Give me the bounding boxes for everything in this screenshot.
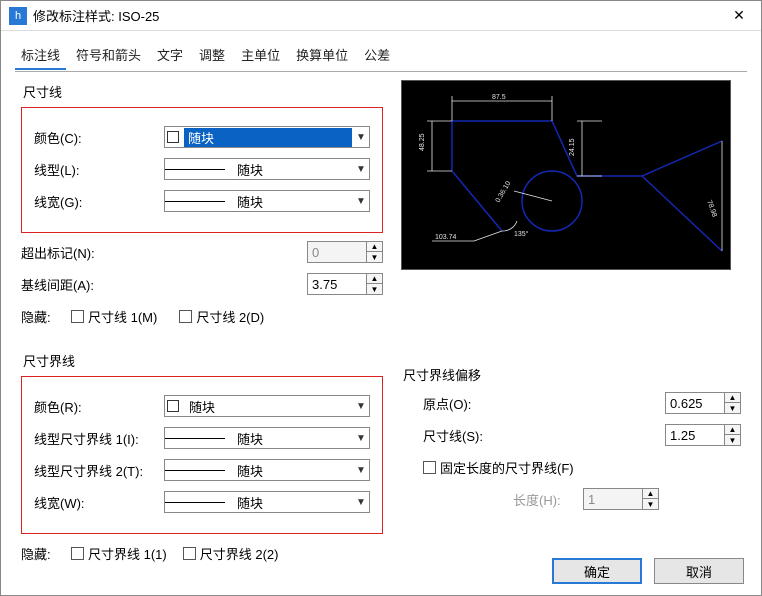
ext-color-value: 随块 bbox=[183, 397, 353, 416]
tab-primary[interactable]: 主单位 bbox=[235, 41, 286, 70]
tab-tol[interactable]: 公差 bbox=[358, 41, 396, 70]
line-sample-icon bbox=[165, 201, 225, 202]
baseline-spinner[interactable]: ▲▼ bbox=[307, 273, 383, 295]
line-sample-icon bbox=[165, 438, 225, 439]
lineweight-value: 随块 bbox=[231, 192, 353, 211]
spin-down-icon: ▼ bbox=[367, 252, 382, 262]
ext-hide1-label: 尺寸界线 1(1) bbox=[88, 544, 167, 563]
ext-hide-label: 隐藏: bbox=[21, 544, 71, 563]
baseline-input[interactable] bbox=[307, 273, 367, 295]
ext-lt1-combo[interactable]: 随块 ▼ bbox=[164, 427, 370, 449]
color-swatch bbox=[167, 400, 179, 412]
extend-label: 超出标记(N): bbox=[21, 243, 151, 262]
tab-dimline[interactable]: 标注线 bbox=[15, 41, 66, 70]
ext-hide2-label: 尺寸界线 2(2) bbox=[200, 544, 279, 563]
spin-down-icon[interactable]: ▼ bbox=[367, 284, 382, 294]
chevron-down-icon: ▼ bbox=[353, 433, 369, 444]
ext-lw-value: 随块 bbox=[231, 493, 353, 512]
highlight-box-2: 颜色(R): 随块 ▼ 线型尺寸界线 1(I): 随块 ▼ bbox=[21, 376, 383, 534]
dimline-offset-label: 尺寸线(S): bbox=[423, 426, 523, 445]
chevron-down-icon: ▼ bbox=[353, 196, 369, 207]
tab-text[interactable]: 文字 bbox=[151, 41, 189, 70]
spin-up-icon: ▲ bbox=[643, 489, 658, 499]
hide1-label: 尺寸线 1(M) bbox=[88, 307, 157, 326]
fixed-length-label: 固定长度的尺寸界线(F) bbox=[440, 458, 574, 477]
group-offset: 尺寸界线偏移 bbox=[403, 365, 741, 384]
tab-alt[interactable]: 换算单位 bbox=[290, 41, 354, 70]
preview-d7: 103.74 bbox=[435, 234, 457, 241]
app-icon: h bbox=[9, 7, 27, 25]
preview-d3: 24.15 bbox=[569, 138, 576, 156]
ok-button[interactable]: 确定 bbox=[552, 558, 642, 584]
linetype-value: 随块 bbox=[231, 160, 353, 179]
close-button[interactable]: ✕ bbox=[717, 1, 761, 31]
ext-color-combo[interactable]: 随块 ▼ bbox=[164, 395, 370, 417]
ext-lw-combo[interactable]: 随块 ▼ bbox=[164, 491, 370, 513]
lineweight-combo[interactable]: 随块 ▼ bbox=[164, 190, 370, 212]
hide-label: 隐藏: bbox=[21, 307, 71, 326]
spin-down-icon: ▼ bbox=[643, 499, 658, 509]
line-sample-icon bbox=[165, 169, 225, 170]
chevron-down-icon: ▼ bbox=[353, 164, 369, 175]
preview-d2: 48.25 bbox=[419, 133, 426, 151]
color-combo[interactable]: 随块 ▼ bbox=[164, 126, 370, 148]
extend-spinner[interactable]: ▲▼ bbox=[307, 241, 383, 263]
origin-spinner[interactable]: ▲▼ bbox=[665, 392, 741, 414]
hide2-check[interactable]: 尺寸线 2(D) bbox=[179, 307, 264, 326]
group-dimline: 尺寸线 bbox=[23, 82, 383, 101]
tab-fit[interactable]: 调整 bbox=[193, 41, 231, 70]
chevron-down-icon: ▼ bbox=[353, 497, 369, 508]
linetype-label: 线型(L): bbox=[34, 160, 164, 179]
chevron-down-icon: ▼ bbox=[353, 401, 369, 412]
ext-lt1-value: 随块 bbox=[231, 429, 353, 448]
spin-down-icon[interactable]: ▼ bbox=[725, 403, 740, 413]
highlight-box-1: 颜色(C): 随块 ▼ 线型(L): 随块 ▼ 线宽 bbox=[21, 107, 383, 233]
preview-d5: 0.36.10 bbox=[495, 180, 513, 204]
hide1-check[interactable]: 尺寸线 1(M) bbox=[71, 307, 157, 326]
hide2-label: 尺寸线 2(D) bbox=[196, 307, 264, 326]
color-swatch bbox=[167, 131, 179, 143]
preview-d6: 135° bbox=[514, 230, 529, 238]
color-value: 随块 bbox=[184, 128, 352, 147]
dimline-offset-spinner[interactable]: ▲▼ bbox=[665, 424, 741, 446]
origin-label: 原点(O): bbox=[423, 394, 523, 413]
ext-hide1-check[interactable]: 尺寸界线 1(1) bbox=[71, 544, 167, 563]
chevron-down-icon: ▼ bbox=[353, 465, 369, 476]
extend-input bbox=[307, 241, 367, 263]
lineweight-label: 线宽(G): bbox=[34, 192, 164, 211]
preview-d1: 87.5 bbox=[492, 94, 506, 101]
ext-hide2-check[interactable]: 尺寸界线 2(2) bbox=[183, 544, 279, 563]
ext-lt2-label: 线型尺寸界线 2(T): bbox=[34, 461, 164, 480]
color-label: 颜色(C): bbox=[34, 128, 164, 147]
line-sample-icon bbox=[165, 470, 225, 471]
preview-pane: 87.5 48.25 24.15 78.98 0.36.10 135° 103.… bbox=[401, 80, 731, 270]
tab-bar: 标注线 符号和箭头 文字 调整 主单位 换算单位 公差 bbox=[1, 31, 761, 70]
fixed-length-check[interactable]: 固定长度的尺寸界线(F) bbox=[423, 458, 574, 477]
ext-lt2-value: 随块 bbox=[231, 461, 353, 480]
length-spinner: ▲▼ bbox=[583, 488, 659, 510]
preview-d4: 78.98 bbox=[705, 199, 718, 218]
spin-up-icon[interactable]: ▲ bbox=[725, 425, 740, 435]
tab-symbols[interactable]: 符号和箭头 bbox=[70, 41, 147, 70]
length-label: 长度(H): bbox=[513, 490, 583, 509]
cancel-button[interactable]: 取消 bbox=[654, 558, 744, 584]
linetype-combo[interactable]: 随块 ▼ bbox=[164, 158, 370, 180]
origin-input[interactable] bbox=[665, 392, 725, 414]
line-sample-icon bbox=[165, 502, 225, 503]
spin-up-icon[interactable]: ▲ bbox=[367, 274, 382, 284]
dimline-offset-input[interactable] bbox=[665, 424, 725, 446]
ext-lt1-label: 线型尺寸界线 1(I): bbox=[34, 429, 164, 448]
chevron-down-icon: ▼ bbox=[353, 132, 369, 143]
spin-down-icon[interactable]: ▼ bbox=[725, 435, 740, 445]
spin-up-icon[interactable]: ▲ bbox=[725, 393, 740, 403]
baseline-label: 基线间距(A): bbox=[21, 275, 151, 294]
ext-color-label: 颜色(R): bbox=[34, 397, 164, 416]
ext-lt2-combo[interactable]: 随块 ▼ bbox=[164, 459, 370, 481]
ext-lw-label: 线宽(W): bbox=[34, 493, 164, 512]
window-title: 修改标注样式: ISO-25 bbox=[33, 6, 717, 25]
spin-up-icon: ▲ bbox=[367, 242, 382, 252]
group-extline: 尺寸界线 bbox=[23, 351, 383, 370]
length-input bbox=[583, 488, 643, 510]
